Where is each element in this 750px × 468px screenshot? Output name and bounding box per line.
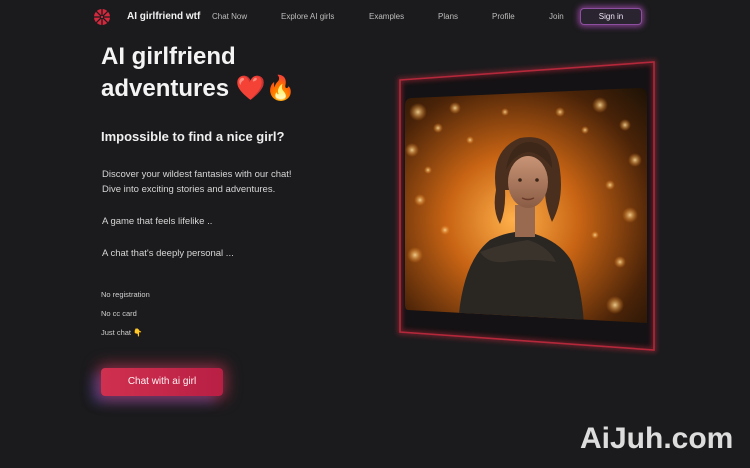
hero-image: [405, 88, 647, 323]
watermark: AiJuh.com: [580, 422, 734, 455]
hero-image-frame: [397, 59, 657, 353]
